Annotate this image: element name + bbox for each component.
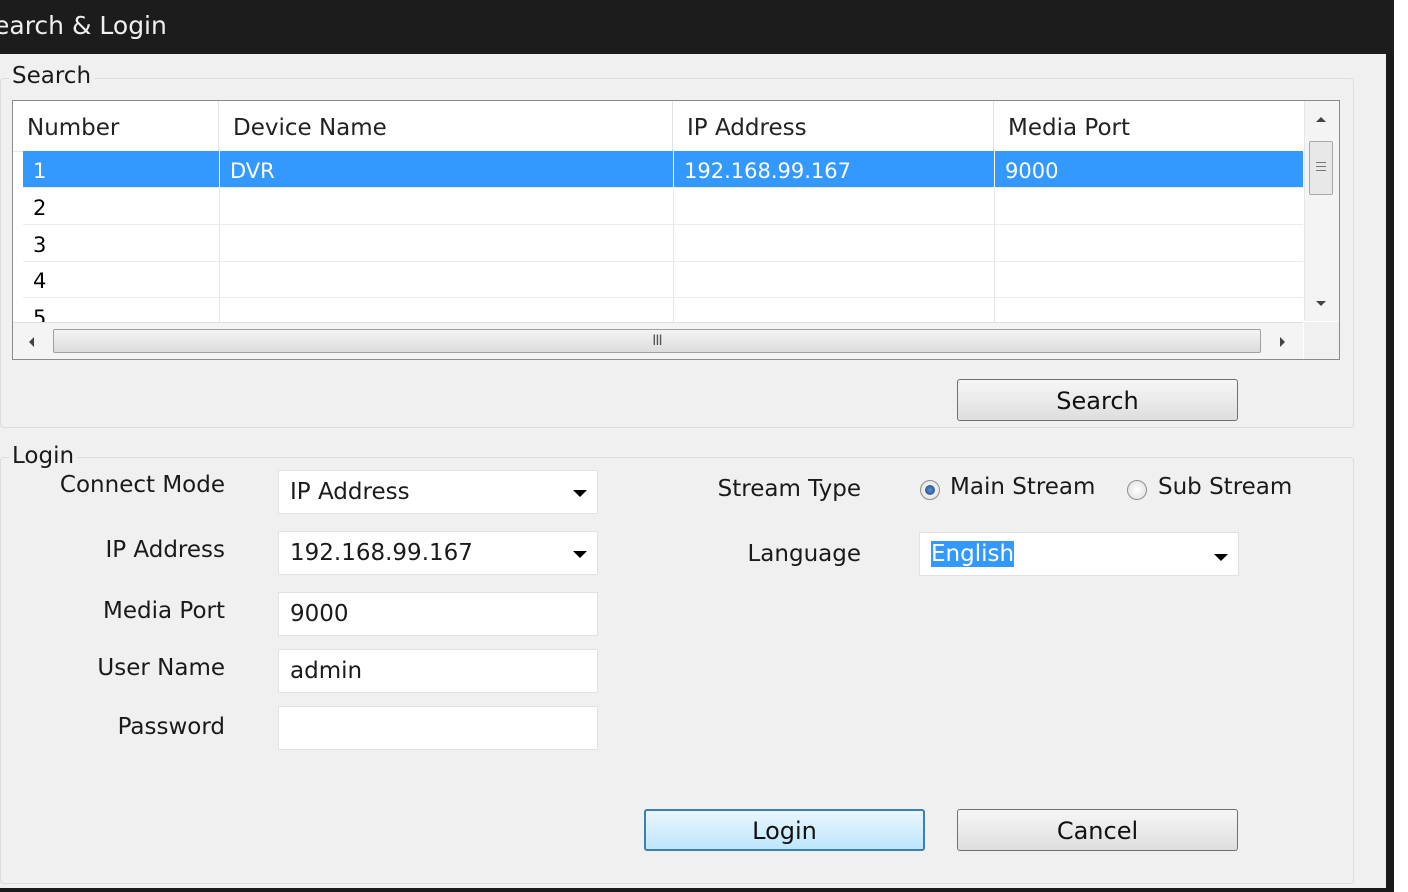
table-vertical-scrollbar[interactable] — [1304, 101, 1339, 321]
login-button[interactable]: Login — [644, 809, 925, 851]
column-header-ip-address[interactable]: IP Address — [673, 101, 994, 151]
language-label: Language — [747, 541, 861, 567]
password-label: Password — [117, 714, 225, 740]
vertical-scroll-thumb[interactable] — [1309, 141, 1333, 195]
password-field[interactable] — [278, 706, 598, 750]
ip-address-label: IP Address — [105, 537, 225, 563]
scroll-right-arrow-icon[interactable] — [1280, 337, 1285, 347]
scroll-down-arrow-icon[interactable] — [1316, 301, 1326, 306]
table-row[interactable]: 4 — [23, 261, 1303, 298]
column-header-media-port[interactable]: Media Port — [994, 101, 1303, 151]
cell-media-port — [995, 188, 1303, 224]
cell-ip-address — [674, 188, 995, 224]
cell-number: 1 — [23, 151, 220, 187]
search-group-label: Search — [9, 63, 95, 89]
cell-ip-address — [674, 261, 995, 297]
cell-device-name — [220, 188, 674, 224]
scrollbar-corner — [1304, 322, 1339, 359]
column-header-number[interactable]: Number — [13, 101, 219, 151]
background-edge — [1394, 0, 1408, 892]
title-bar[interactable]: earch & Login — [0, 0, 1394, 54]
cell-media-port — [995, 261, 1303, 297]
dialog-window: earch & Login Search Number Device Name … — [0, 0, 1394, 892]
chevron-down-icon[interactable] — [1214, 554, 1228, 561]
horizontal-scroll-thumb[interactable]: III — [53, 329, 1261, 353]
language-value: English — [931, 541, 1015, 567]
table-horizontal-scrollbar[interactable]: III — [13, 322, 1303, 359]
chevron-down-icon[interactable] — [573, 551, 587, 558]
search-button[interactable]: Search — [957, 379, 1238, 421]
ip-address-value: 192.168.99.167 — [290, 540, 473, 566]
media-port-label: Media Port — [103, 598, 225, 624]
login-group-label: Login — [9, 443, 78, 469]
sub-stream-label[interactable]: Sub Stream — [1158, 474, 1292, 500]
cell-device-name — [220, 261, 674, 297]
connect-mode-select[interactable]: IP Address — [278, 470, 598, 514]
ip-address-combo[interactable]: 192.168.99.167 — [278, 531, 598, 575]
chevron-down-icon[interactable] — [573, 490, 587, 497]
column-header-device-name[interactable]: Device Name — [219, 101, 673, 151]
cell-media-port — [995, 225, 1303, 261]
cell-device-name: DVR — [220, 151, 674, 187]
media-port-field[interactable]: 9000 — [278, 592, 598, 636]
window-title: earch & Login — [0, 11, 167, 40]
table-row[interactable]: 3 — [23, 225, 1303, 262]
language-select[interactable]: English — [919, 532, 1239, 576]
cancel-button[interactable]: Cancel — [957, 809, 1238, 851]
sub-stream-radio[interactable] — [1127, 480, 1147, 500]
cell-ip-address — [674, 225, 995, 261]
scroll-up-arrow-icon[interactable] — [1316, 117, 1326, 122]
table-row[interactable]: 1 DVR 192.168.99.167 9000 — [23, 151, 1303, 188]
connect-mode-label: Connect Mode — [59, 472, 225, 498]
stream-type-label: Stream Type — [717, 476, 861, 502]
main-stream-label[interactable]: Main Stream — [950, 474, 1095, 500]
device-table: Number Device Name IP Address Media Port… — [12, 100, 1340, 360]
dialog-client-area: Search Number Device Name IP Address Med… — [0, 54, 1386, 888]
scroll-left-arrow-icon[interactable] — [29, 337, 34, 347]
user-name-label: User Name — [97, 655, 225, 681]
cell-media-port: 9000 — [1005, 159, 1059, 183]
connect-mode-value: IP Address — [290, 479, 410, 505]
table-header: Number Device Name IP Address Media Port — [13, 101, 1303, 152]
user-name-field[interactable]: admin — [278, 649, 598, 693]
cell-number: 3 — [23, 225, 220, 261]
cell-device-name — [220, 225, 674, 261]
cell-ip-address: 192.168.99.167 — [674, 151, 995, 187]
cell-number: 4 — [23, 261, 220, 297]
cell-number: 2 — [23, 188, 220, 224]
main-stream-radio[interactable] — [920, 480, 940, 500]
table-row[interactable]: 2 — [23, 188, 1303, 225]
